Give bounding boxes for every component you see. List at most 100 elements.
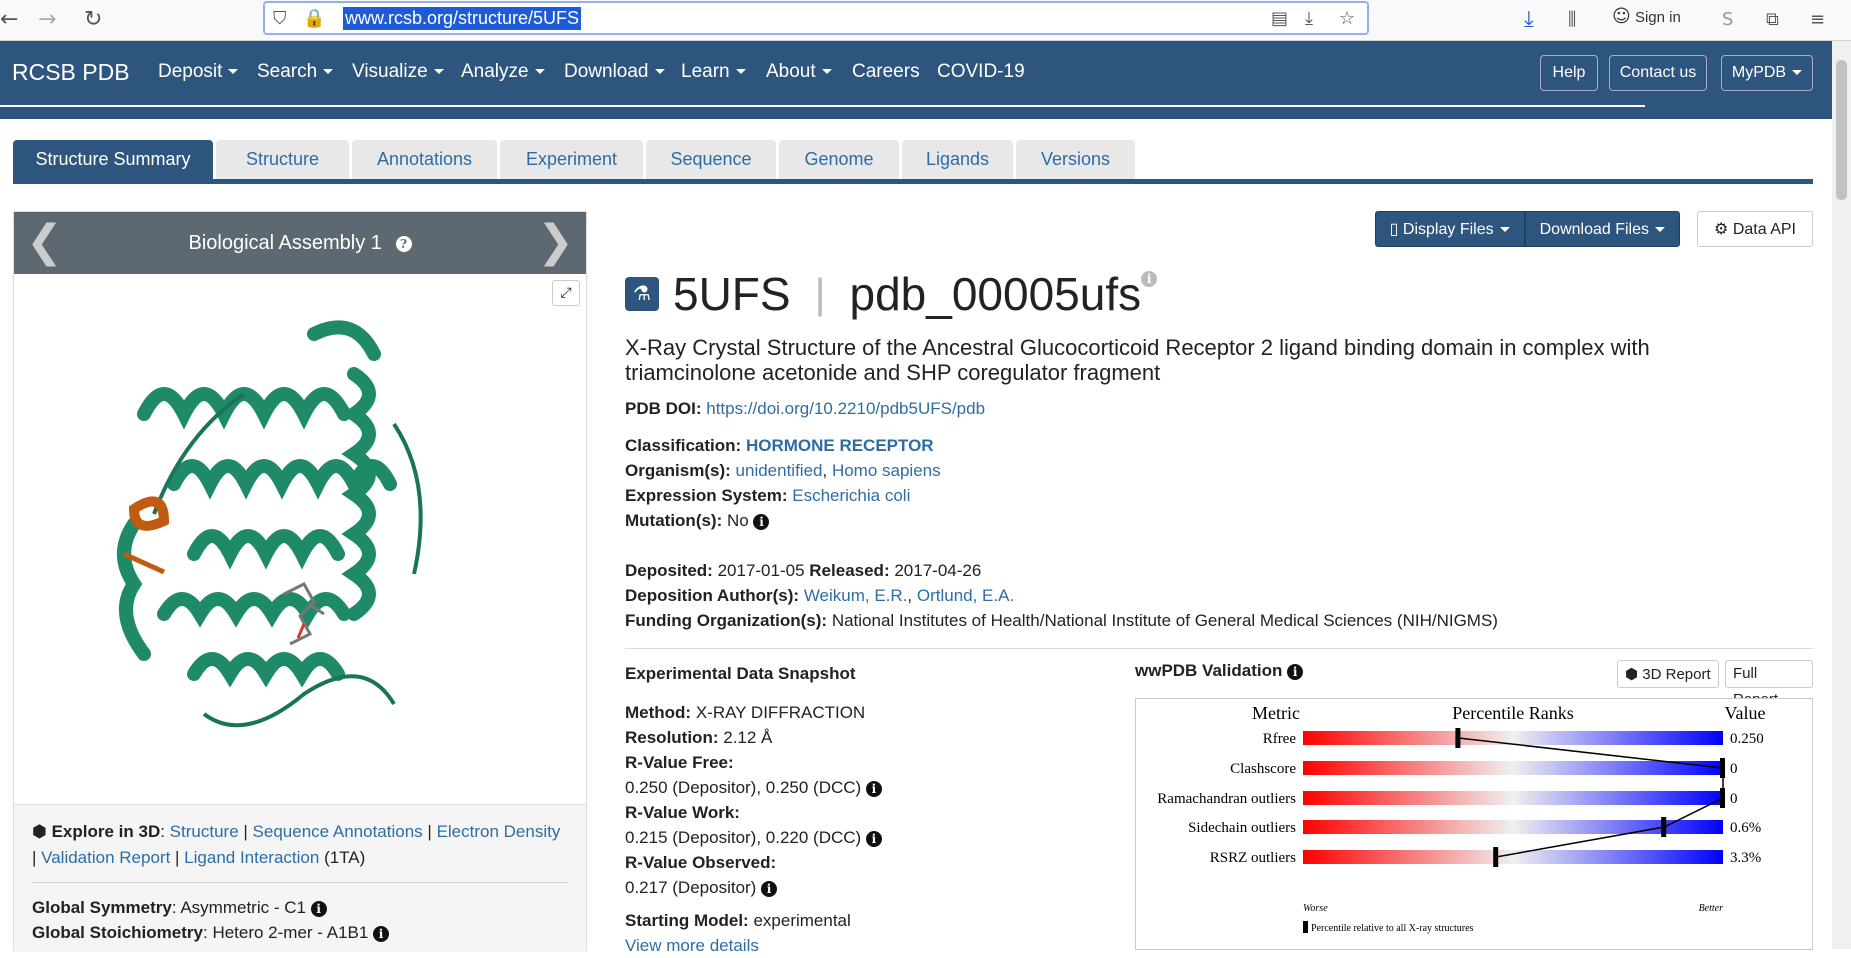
nav-visualize[interactable]: Visualize (352, 61, 444, 83)
robs-value: 0.217 (Depositor) (625, 878, 757, 897)
stoichiometry-value: Hetero 2-mer - A1B1 (212, 923, 369, 942)
ligand-interaction-link[interactable]: Ligand Interaction (184, 848, 319, 867)
tab-experiment[interactable]: Experiment (500, 140, 643, 179)
nav-download[interactable]: Download (564, 61, 665, 83)
tab-ligands[interactable]: Ligands (902, 140, 1013, 179)
navbar-divider (0, 105, 1645, 107)
tab-sequence[interactable]: Sequence (646, 140, 776, 179)
menu-icon[interactable]: ≡ (1810, 6, 1825, 34)
full-report-button[interactable]: Full Report (1725, 660, 1813, 708)
sign-in-button[interactable]: ☺ Sign in (1612, 4, 1681, 30)
report-3d-button[interactable]: ⬢ 3D Report (1617, 660, 1719, 688)
metric-column-header: Metric (1252, 703, 1300, 723)
info-icon[interactable]: i (1287, 663, 1304, 680)
explore-structure-link[interactable]: Structure (170, 822, 239, 841)
assembly-title: Biological Assembly 1 (188, 232, 382, 254)
nav-learn[interactable]: Learn (681, 61, 746, 83)
data-api-button[interactable]: ⚙ Data API (1697, 211, 1813, 247)
display-files-button[interactable]: ▯ Display Files (1374, 211, 1525, 247)
bookmark-star-icon[interactable]: ☆ (1339, 5, 1355, 33)
contact-button[interactable]: Contact us (1609, 55, 1707, 91)
tab-annotations[interactable]: Annotations (352, 140, 497, 179)
doi-link[interactable]: https://doi.org/10.2210/pdb5UFS/pdb (706, 399, 985, 418)
validation-report-link[interactable]: Validation Report (41, 848, 170, 867)
flask-icon: ⚗ (625, 277, 659, 311)
downloads-icon[interactable]: ⤓ (1524, 6, 1534, 34)
reader-icon[interactable]: ▤ (1271, 5, 1288, 33)
download-files-button[interactable]: Download Files (1524, 211, 1680, 247)
author-link[interactable]: Ortlund, E.A. (917, 586, 1014, 605)
expression-label: Expression System: (625, 486, 788, 505)
electron-density-link[interactable]: Electron Density (437, 822, 561, 841)
legend-text: Percentile relative to all X-ray structu… (1311, 923, 1474, 934)
info-icon[interactable]: i (753, 513, 770, 530)
gear-icon: ⚙ (1714, 219, 1729, 238)
validation-slider-graphic[interactable]: Metric Percentile Ranks Value Rfree 0.250… (1135, 698, 1813, 950)
site-logo[interactable]: RCSB PDB (12, 59, 130, 86)
nav-analyze[interactable]: Analyze (461, 61, 545, 83)
prev-assembly-icon[interactable]: ❮ (26, 220, 63, 264)
metric-name: RSRZ outliers (1210, 850, 1296, 866)
save-page-icon[interactable]: ⤓ (1305, 5, 1313, 33)
extension-s-icon[interactable]: S (1722, 6, 1733, 34)
shield-icon[interactable]: ⛉ (273, 5, 287, 33)
help-circle-icon[interactable]: ? (395, 235, 412, 252)
id-separator: | (814, 270, 826, 317)
nav-about[interactable]: About (766, 61, 832, 83)
expand-viewer-icon[interactable]: ⤢ (552, 280, 580, 306)
tab-genome[interactable]: Genome (779, 140, 899, 179)
extensions-icon[interactable]: ⧉ (1766, 6, 1779, 34)
cube-icon: ⬢ (32, 822, 47, 842)
sequence-annotations-link[interactable]: Sequence Annotations (253, 822, 423, 841)
back-icon[interactable]: ← (0, 6, 18, 34)
site-navbar: RCSB PDB Deposit Search Visualize Analyz… (0, 41, 1832, 119)
percentile-bar (1303, 850, 1723, 864)
rwork-label: R-Value Work: (625, 803, 740, 822)
classification-label: Classification: (625, 436, 742, 455)
nav-search[interactable]: Search (257, 61, 334, 83)
lock-icon[interactable]: 🔒 (303, 5, 325, 33)
starting-model-label: Starting Model: (625, 911, 749, 930)
next-assembly-icon[interactable]: ❯ (537, 220, 574, 264)
info-icon[interactable]: i (865, 780, 882, 797)
metric-value: 0.250 (1730, 731, 1764, 747)
metric-value: 0.6% (1730, 820, 1761, 836)
forward-icon[interactable]: → (38, 6, 56, 34)
classification-link[interactable]: HORMONE RECEPTOR (746, 436, 934, 455)
explore-label: Explore in 3D (51, 822, 161, 841)
organism-link[interactable]: Homo sapiens (832, 461, 941, 480)
validation-percentile-chart: Metric Percentile Ranks Value Rfree 0.250… (1157, 703, 1766, 934)
view-more-link[interactable]: View more details (625, 936, 759, 955)
nav-careers[interactable]: Careers (852, 61, 920, 83)
tab-structure[interactable]: Structure (216, 140, 349, 179)
mypdb-button[interactable]: MyPDB (1721, 55, 1813, 91)
expression-link[interactable]: Escherichia coli (792, 486, 910, 505)
reload-icon[interactable]: ↻ (84, 6, 102, 34)
tab-versions[interactable]: Versions (1016, 140, 1135, 179)
molecule-viewer[interactable] (14, 274, 586, 804)
info-icon[interactable]: i (1141, 271, 1158, 287)
value-column-header: Value (1725, 703, 1766, 723)
assembly-panel: ❮ Biological Assembly 1 ? ❯ ⤢ ⬢ Explore … (13, 211, 587, 952)
worse-label: Worse (1303, 903, 1328, 914)
assembly-header: ❮ Biological Assembly 1 ? ❯ (14, 212, 586, 274)
structure-tabs: Structure Summary Structure Annotations … (13, 140, 1813, 184)
info-icon[interactable]: i (310, 900, 327, 917)
author-link[interactable]: Weikum, E.R. (804, 586, 908, 605)
url-text[interactable]: www.rcsb.org/structure/5UFS (343, 7, 582, 30)
tab-structure-summary[interactable]: Structure Summary (13, 140, 213, 179)
nav-covid[interactable]: COVID-19 (937, 61, 1025, 83)
organism-label: Organism(s): (625, 461, 731, 480)
authors-label: Deposition Author(s): (625, 586, 800, 605)
help-button[interactable]: Help (1540, 55, 1598, 91)
info-icon[interactable]: i (761, 880, 778, 897)
url-bar[interactable]: ⛉ 🔒 www.rcsb.org/structure/5UFS ▤ ⤓ ☆ (263, 1, 1369, 35)
nav-deposit[interactable]: Deposit (158, 61, 239, 83)
scrollbar-thumb[interactable] (1836, 60, 1847, 200)
library-icon[interactable]: ⫼ (1568, 6, 1576, 34)
resolution-value: 2.12 Å (723, 728, 773, 747)
info-icon[interactable]: i (373, 925, 390, 942)
robs-label: R-Value Observed: (625, 853, 777, 872)
organism-link[interactable]: unidentified (736, 461, 823, 480)
info-icon[interactable]: i (865, 830, 882, 847)
